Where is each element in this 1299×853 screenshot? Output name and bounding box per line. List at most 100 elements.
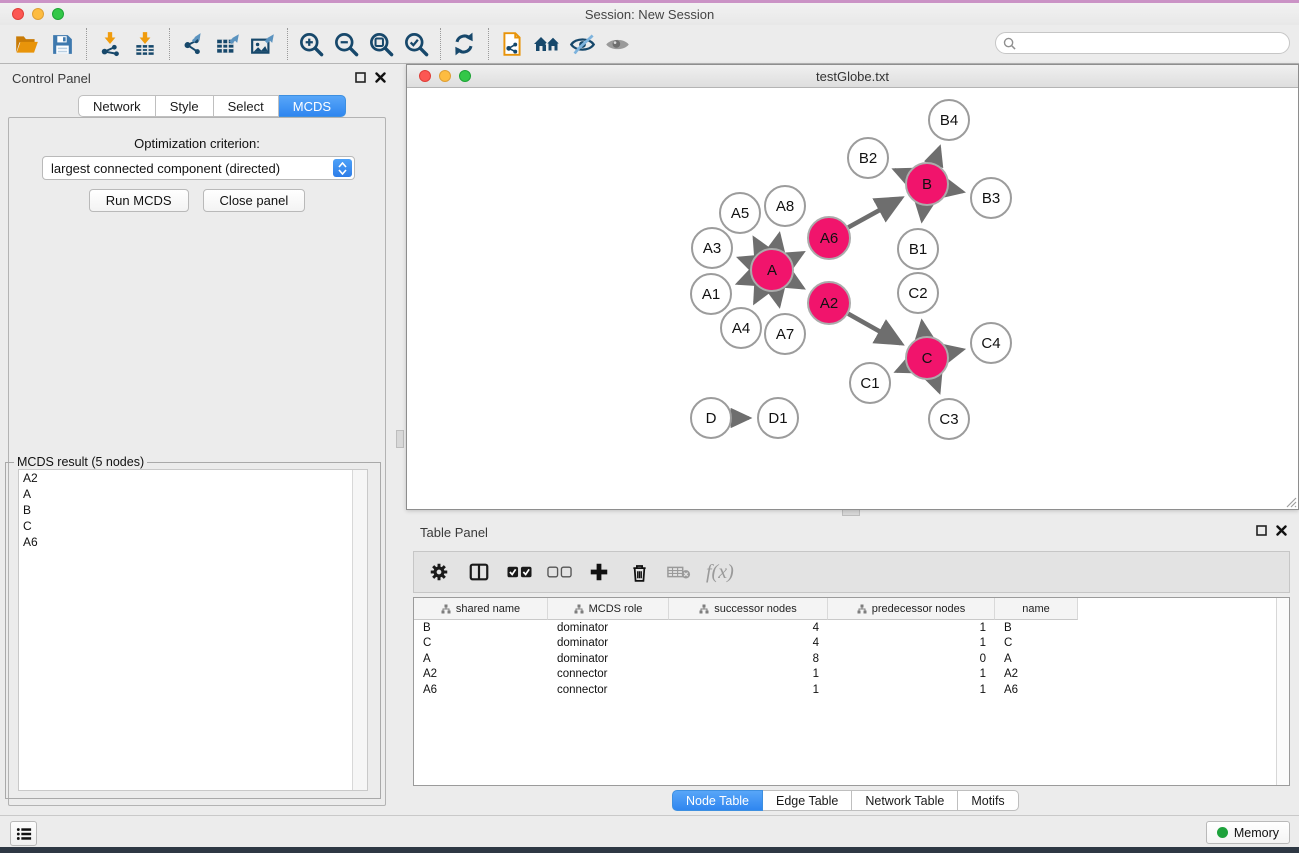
memory-button[interactable]: Memory — [1206, 821, 1290, 844]
unselect-all-button[interactable] — [546, 559, 572, 585]
node-table[interactable]: shared nameMCDS rolesuccessor nodesprede… — [413, 597, 1290, 786]
result-list-item[interactable]: A2 — [19, 470, 367, 486]
delete-column-button[interactable] — [626, 559, 652, 585]
table-cell[interactable]: B — [995, 622, 1078, 634]
close-panel-button[interactable]: Close panel — [203, 189, 306, 212]
result-list-item[interactable]: A6 — [19, 534, 367, 550]
save-session-button[interactable] — [47, 29, 77, 59]
table-cell[interactable]: A — [414, 653, 548, 665]
graph-edge-A-A2[interactable] — [791, 281, 803, 288]
float-panel-icon[interactable] — [1256, 525, 1267, 536]
tab-style[interactable]: Style — [156, 95, 214, 117]
table-cell[interactable]: 1 — [828, 622, 995, 634]
graph-edge-A-A5[interactable] — [754, 238, 761, 251]
graph-edge-C-C2[interactable] — [922, 322, 924, 336]
tab-edge-table[interactable]: Edge Table — [763, 790, 852, 811]
graph-node-B4[interactable]: B4 — [929, 100, 969, 140]
graph-node-A3[interactable]: A3 — [692, 228, 732, 268]
graph-edge-C-C3[interactable] — [934, 379, 939, 392]
result-list-item[interactable]: B — [19, 502, 367, 518]
close-panel-icon[interactable] — [375, 72, 386, 83]
graph-edge-A-A8[interactable] — [776, 234, 779, 248]
table-row[interactable]: Cdominator41C — [414, 636, 1289, 652]
run-mcds-button[interactable]: Run MCDS — [89, 189, 189, 212]
add-column-button[interactable] — [586, 559, 612, 585]
table-cell[interactable]: 1 — [828, 684, 995, 696]
export-network-button[interactable] — [178, 29, 208, 59]
table-cell[interactable]: A — [995, 653, 1078, 665]
graph-node-C1[interactable]: C1 — [850, 363, 890, 403]
table-cell[interactable]: 1 — [669, 668, 828, 680]
table-cell[interactable]: 0 — [828, 653, 995, 665]
table-row[interactable]: Bdominator41B — [414, 620, 1289, 636]
clone-network-button[interactable] — [497, 29, 527, 59]
tab-motifs[interactable]: Motifs — [958, 790, 1018, 811]
task-history-button[interactable] — [10, 821, 37, 846]
table-row[interactable]: A6connector11A6 — [414, 682, 1289, 698]
graph-node-A5[interactable]: A5 — [720, 193, 760, 233]
tab-network[interactable]: Network — [78, 95, 156, 117]
graph-edge-A-A7[interactable] — [776, 292, 779, 306]
zoom-out-button[interactable] — [331, 29, 361, 59]
column-header-successor-nodes[interactable]: successor nodes — [669, 598, 828, 620]
export-table-button[interactable] — [213, 29, 243, 59]
float-panel-icon[interactable] — [355, 72, 366, 83]
table-cell[interactable]: A6 — [995, 684, 1078, 696]
graph-node-A[interactable]: A — [751, 249, 793, 291]
table-cell[interactable]: 1 — [828, 637, 995, 649]
graph-edge-A2-C[interactable] — [848, 314, 901, 344]
table-cell[interactable]: 4 — [669, 637, 828, 649]
table-cell[interactable]: A6 — [414, 684, 548, 696]
graph-node-A2[interactable]: A2 — [808, 282, 850, 324]
column-header-name[interactable]: name — [995, 598, 1078, 620]
graph-edge-A-A4[interactable] — [755, 289, 762, 302]
function-builder-button[interactable]: f(x) — [706, 559, 734, 585]
table-cell[interactable]: A2 — [995, 668, 1078, 680]
graph-node-B1[interactable]: B1 — [898, 229, 938, 269]
split-columns-button[interactable] — [466, 559, 492, 585]
graph-node-A7[interactable]: A7 — [765, 314, 805, 354]
result-list-item[interactable]: C — [19, 518, 367, 534]
graph-edge-C-C4[interactable] — [948, 350, 962, 353]
table-cell[interactable]: A2 — [414, 668, 548, 680]
graph-edge-C-C1[interactable] — [897, 367, 907, 372]
graph-node-D[interactable]: D — [691, 398, 731, 438]
table-cell[interactable]: 1 — [828, 668, 995, 680]
graph-node-A8[interactable]: A8 — [765, 186, 805, 226]
table-cell[interactable]: C — [414, 637, 548, 649]
graph-edge-B-B3[interactable] — [948, 189, 962, 192]
result-list-item[interactable]: A — [19, 486, 367, 502]
table-cell[interactable]: dominator — [548, 622, 669, 634]
optimization-criterion-dropdown[interactable]: largest connected component (directed) — [42, 156, 355, 180]
delete-table-button[interactable] — [666, 559, 692, 585]
table-cell[interactable]: 4 — [669, 622, 828, 634]
graph-node-C3[interactable]: C3 — [929, 399, 969, 439]
toolbar-search[interactable] — [995, 32, 1290, 54]
graph-edge-A-A1[interactable] — [738, 278, 752, 283]
graph-edge-B-B1[interactable] — [922, 206, 924, 220]
show-graphics-details-button[interactable] — [602, 29, 632, 59]
graph-edge-A-A3[interactable] — [739, 258, 751, 262]
table-cell[interactable]: C — [995, 637, 1078, 649]
table-cell[interactable]: 1 — [669, 684, 828, 696]
table-cell[interactable]: connector — [548, 684, 669, 696]
table-cell[interactable]: B — [414, 622, 548, 634]
open-file-button[interactable] — [12, 29, 42, 59]
graph-node-C[interactable]: C — [906, 337, 948, 379]
zoom-in-button[interactable] — [296, 29, 326, 59]
graph-edge-A6-B[interactable] — [848, 198, 900, 227]
refresh-button[interactable] — [449, 29, 479, 59]
result-list-scrollbar[interactable] — [352, 470, 367, 790]
column-header-predecessor-nodes[interactable]: predecessor nodes — [828, 598, 995, 620]
zoom-selected-button[interactable] — [401, 29, 431, 59]
export-image-button[interactable] — [248, 29, 278, 59]
close-panel-icon[interactable] — [1276, 525, 1287, 536]
graph-node-C4[interactable]: C4 — [971, 323, 1011, 363]
graph-node-B[interactable]: B — [906, 163, 948, 205]
graph-node-B2[interactable]: B2 — [848, 138, 888, 178]
graph-edge-A-A6[interactable] — [791, 253, 803, 260]
graph-node-A4[interactable]: A4 — [721, 308, 761, 348]
search-input[interactable] — [1021, 36, 1289, 50]
table-scrollbar[interactable] — [1276, 598, 1289, 785]
tab-node-table[interactable]: Node Table — [672, 790, 763, 811]
